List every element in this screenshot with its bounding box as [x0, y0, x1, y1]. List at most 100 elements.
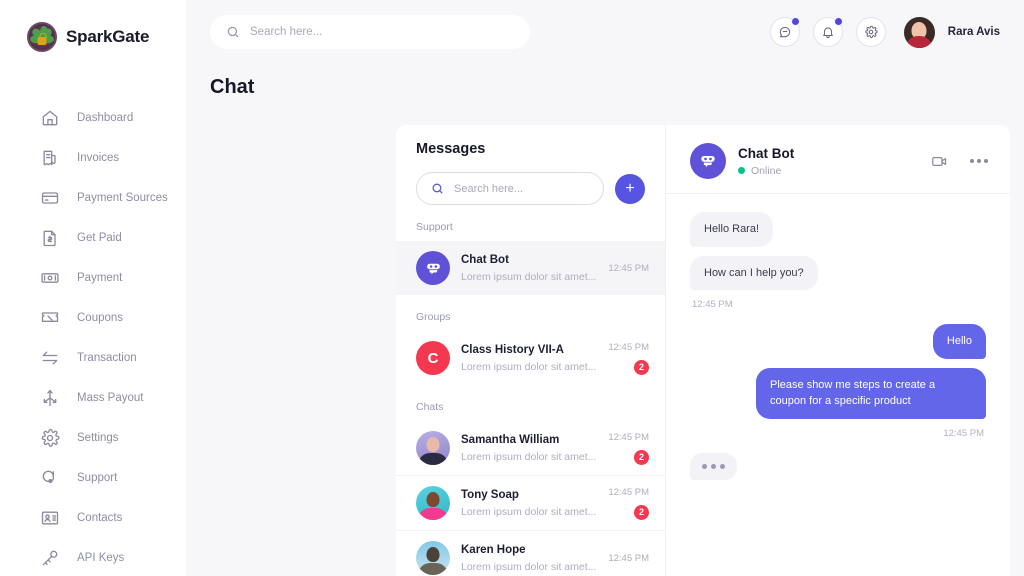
- conversation-search-input[interactable]: [454, 182, 589, 195]
- contact-avatar: [416, 486, 450, 520]
- search-input[interactable]: [250, 26, 514, 38]
- conversation-preview: Lorem ipsum dolor sit amet...: [461, 560, 597, 573]
- sidebar-item-label: Mass Payout: [77, 392, 144, 404]
- list-item[interactable]: C Class History VII-A Lorem ipsum dolor …: [396, 331, 665, 385]
- search-icon: [227, 26, 239, 38]
- sidebar-item-label: API Keys: [77, 552, 125, 564]
- more-horizontal-icon[interactable]: [970, 159, 988, 163]
- conversation-actions: [931, 153, 988, 170]
- sidebar-item-label: Contacts: [77, 512, 123, 524]
- message-timestamp: 12:45 PM: [943, 427, 984, 439]
- sidebar-item-contacts[interactable]: Contacts: [0, 498, 186, 538]
- dollar-document-icon: [43, 230, 56, 247]
- add-conversation-button[interactable]: +: [615, 173, 645, 204]
- transfer-arrows-icon: [42, 351, 58, 365]
- conversation-name: Class History VII-A: [461, 343, 564, 356]
- global-search[interactable]: [210, 15, 530, 49]
- message-list: Hello Rara! How can I help you? 12:45 PM…: [666, 194, 1010, 576]
- message-bubble: Hello Rara!: [690, 212, 774, 247]
- sidebar-item-mass-payout[interactable]: Mass Payout: [0, 378, 186, 418]
- unread-badge: 2: [634, 359, 649, 375]
- avatar[interactable]: [903, 16, 935, 48]
- message-bubble: How can I help you?: [690, 255, 818, 290]
- messages-button[interactable]: [769, 17, 800, 47]
- sidebar-item-dashboard[interactable]: Dashboard: [0, 98, 186, 138]
- conversation-name: Karen Hope: [461, 543, 526, 556]
- conversation-panel: Chat Bot Online Hello Rara! How can I he…: [666, 125, 1010, 576]
- list-item-text: Chat Bot Lorem ipsum dolor sit amet...: [461, 254, 597, 283]
- conversation-preview: Lorem ipsum dolor sit amet...: [461, 270, 597, 283]
- conversation-time: 12:45 PM: [608, 341, 649, 353]
- unread-badge: 2: [634, 504, 649, 520]
- robot-icon: [426, 263, 440, 274]
- video-camera-icon[interactable]: [931, 153, 948, 170]
- conversation-preview: Lorem ipsum dolor sit amet...: [461, 450, 597, 463]
- contact-card-icon: [41, 511, 59, 525]
- settings-button[interactable]: [855, 17, 886, 47]
- section-label-support: Support: [416, 221, 453, 233]
- branch-arrows-icon: [43, 389, 57, 407]
- sidebar-item-label: Coupons: [77, 312, 124, 324]
- sidebar-item-get-paid[interactable]: Get Paid: [0, 218, 186, 258]
- list-item-meta: 12:45 PM: [608, 553, 649, 564]
- robot-icon: [701, 156, 715, 168]
- conversation-header-text: Chat Bot Online: [738, 146, 794, 177]
- message-row: [690, 452, 986, 480]
- list-item-meta: 12:45 PM: [608, 263, 649, 274]
- conversation-name: Tony Soap: [461, 488, 519, 501]
- brand[interactable]: SparkGate: [0, 18, 186, 52]
- messages-list-panel: Messages + Support Chat B: [396, 125, 666, 576]
- notification-dot: [790, 17, 800, 26]
- messages-title: Messages: [416, 141, 486, 157]
- notification-dot: [833, 17, 843, 26]
- list-item[interactable]: Tony Soap Lorem ipsum dolor sit amet... …: [396, 475, 665, 530]
- sidebar-item-settings[interactable]: Settings: [0, 418, 186, 458]
- bot-avatar: [416, 251, 450, 285]
- chat-panels: Messages + Support Chat B: [396, 125, 1010, 576]
- sidebar-nav: Dashboard Invoices Payment Sources Get P…: [0, 98, 186, 576]
- messages-search-row: +: [416, 172, 645, 205]
- message-bubble: Please show me steps to create a coupon …: [756, 367, 986, 419]
- contact-avatar: [416, 541, 450, 575]
- conversation-preview: Lorem ipsum dolor sit amet...: [461, 505, 597, 518]
- conversation-time: 12:45 PM: [608, 431, 649, 443]
- coupon-percent-icon: [41, 312, 59, 322]
- message-row: Hello Rara!: [690, 212, 986, 247]
- list-item-text: Class History VII-A Lorem ipsum dolor si…: [461, 344, 597, 373]
- banknote-icon: [41, 273, 59, 283]
- user-name: Rara Avis: [947, 26, 1000, 38]
- contact-avatar: [416, 431, 450, 465]
- list-item[interactable]: Samantha William Lorem ipsum dolor sit a…: [396, 421, 665, 475]
- list-item[interactable]: Karen Hope Lorem ipsum dolor sit amet...…: [396, 530, 665, 576]
- gear-icon: [865, 25, 878, 39]
- sidebar-item-label: Invoices: [77, 152, 120, 164]
- list-item-text: Tony Soap Lorem ipsum dolor sit amet...: [461, 489, 597, 518]
- message-row: Hello: [690, 324, 986, 359]
- sidebar-item-invoices[interactable]: Invoices: [0, 138, 186, 178]
- conversation-search[interactable]: [416, 172, 604, 205]
- conversation-header: Chat Bot Online: [666, 125, 1010, 194]
- chat-bubble-icon: [779, 26, 790, 38]
- bell-icon: [822, 27, 833, 39]
- sidebar-item-payment-sources[interactable]: Payment Sources: [0, 178, 186, 218]
- status-badge: Online: [738, 165, 794, 177]
- message-row: How can I help you?: [690, 255, 986, 290]
- sidebar-item-transaction[interactable]: Transaction: [0, 338, 186, 378]
- message-timestamp: 12:45 PM: [692, 299, 733, 310]
- leaf-lock-badge-icon: [27, 22, 57, 52]
- group-avatar: C: [416, 341, 450, 375]
- list-item[interactable]: Chat Bot Lorem ipsum dolor sit amet... 1…: [396, 241, 665, 295]
- sidebar-item-payment[interactable]: Payment: [0, 258, 186, 298]
- sidebar-item-coupons[interactable]: Coupons: [0, 298, 186, 338]
- list-item-meta: 12:45 PM 2: [608, 432, 649, 465]
- sidebar-item-label: Settings: [77, 432, 119, 444]
- list-item-meta: 12:45 PM 2: [608, 342, 649, 375]
- unread-badge: 2: [634, 449, 649, 465]
- notifications-button[interactable]: [812, 17, 843, 47]
- search-icon: [432, 183, 443, 194]
- bot-avatar: [690, 143, 726, 179]
- sidebar-item-label: Support: [77, 472, 118, 484]
- sidebar-item-support[interactable]: Support: [0, 458, 186, 498]
- conversation-time: 12:45 PM: [608, 486, 649, 498]
- sidebar-item-api-keys[interactable]: API Keys: [0, 538, 186, 576]
